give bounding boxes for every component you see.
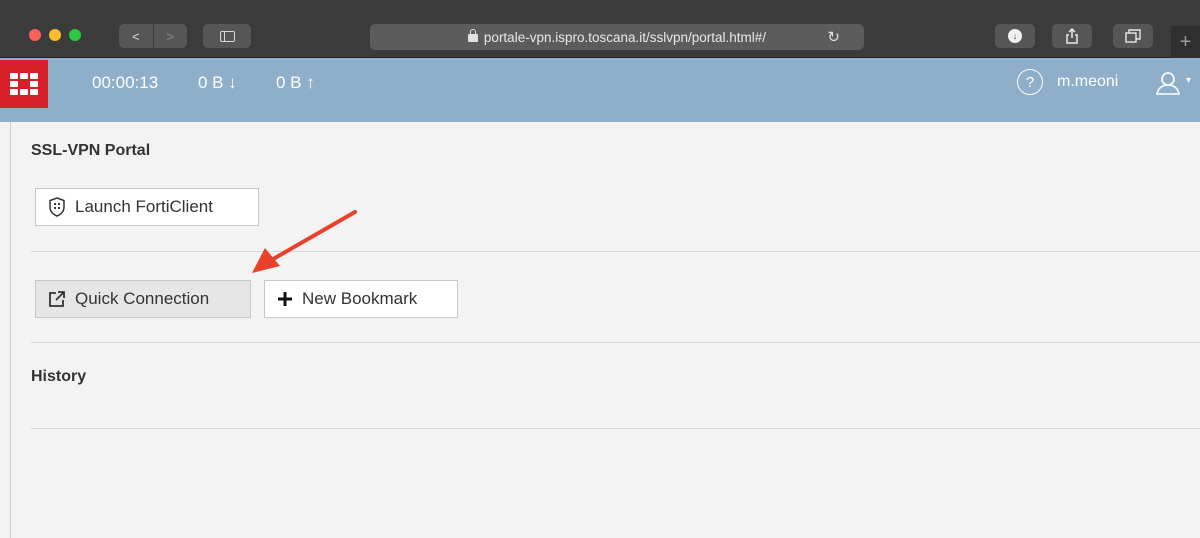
- question-icon: ?: [1025, 73, 1035, 91]
- download-icon: ↓: [1008, 29, 1022, 43]
- tab-overview-icon: [1125, 29, 1141, 43]
- quick-connection-label: Quick Connection: [75, 289, 210, 308]
- forward-button[interactable]: >: [152, 24, 188, 48]
- reload-icon[interactable]: ↻: [827, 28, 840, 46]
- zoom-window-button[interactable]: [69, 29, 81, 41]
- new-bookmark-button[interactable]: New Bookmark: [264, 280, 458, 318]
- sidebar-toggle-button[interactable]: [203, 24, 251, 48]
- back-button[interactable]: <: [119, 24, 153, 48]
- help-button[interactable]: ?: [1017, 69, 1043, 95]
- browser-toolbar: < > portale-vpn.ispro.toscana.it/sslvpn/…: [0, 0, 1200, 58]
- history-nav: < >: [119, 24, 187, 48]
- external-link-icon: [48, 290, 66, 308]
- quick-connection-button[interactable]: Quick Connection: [35, 280, 251, 318]
- share-button[interactable]: [1052, 24, 1092, 48]
- plus-icon: [277, 291, 293, 307]
- plus-icon: +: [1179, 30, 1192, 53]
- portal-content: SSL-VPN Portal Launch FortiClient Quick …: [10, 122, 1200, 538]
- close-window-button[interactable]: [29, 29, 41, 41]
- session-timer: 00:00:13: [92, 73, 159, 92]
- new-bookmark-label: New Bookmark: [302, 289, 418, 308]
- portal-title: SSL-VPN Portal: [31, 142, 151, 159]
- username[interactable]: m.meoni: [1057, 73, 1118, 91]
- new-tab-button[interactable]: +: [1171, 26, 1200, 58]
- user-menu-caret-icon[interactable]: ▾: [1186, 75, 1191, 86]
- minimize-window-button[interactable]: [49, 29, 61, 41]
- downloads-button[interactable]: ↓: [995, 24, 1035, 48]
- sidebar-icon: [219, 30, 235, 42]
- section-divider: [31, 342, 1200, 343]
- user-icon[interactable]: [1155, 70, 1181, 96]
- lock-icon: [467, 29, 478, 42]
- bytes-sent: 0 B ↑: [276, 73, 315, 92]
- bytes-received: 0 B ↓: [198, 73, 237, 92]
- tab-overview-button[interactable]: [1113, 24, 1153, 48]
- history-title: History: [31, 368, 87, 385]
- launch-forticlient-button[interactable]: Launch FortiClient: [35, 188, 259, 226]
- url-text: portale-vpn.ispro.toscana.it/sslvpn/port…: [483, 29, 767, 45]
- share-icon: [1066, 28, 1078, 44]
- fortinet-logo: [0, 60, 48, 108]
- forticlient-shield-icon: [48, 197, 66, 217]
- section-divider: [31, 428, 1200, 429]
- chevron-left-icon: <: [131, 28, 140, 44]
- address-bar[interactable]: portale-vpn.ispro.toscana.it/sslvpn/port…: [370, 24, 864, 50]
- launch-forticlient-label: Launch FortiClient: [75, 197, 213, 216]
- section-divider: [31, 251, 1200, 252]
- portal-header: 00:00:13 0 B ↓ 0 B ↑ ? m.meoni ▾: [0, 58, 1200, 122]
- chevron-right-icon: >: [166, 28, 175, 44]
